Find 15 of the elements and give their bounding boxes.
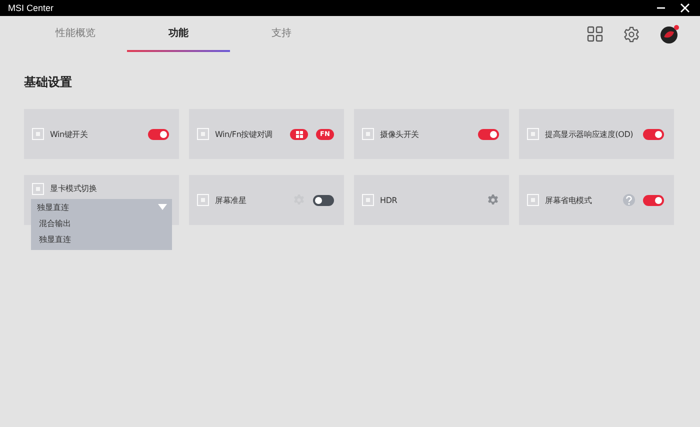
dropdown-option[interactable]: 独显直连: [31, 231, 172, 247]
setting-label: 摄像头开关: [380, 128, 420, 140]
dropdown-option[interactable]: 混合输出: [31, 215, 172, 231]
setting-label: 屏幕省电模式: [545, 194, 593, 206]
setting-label: 显卡模式切换: [50, 183, 98, 194]
section-title: 基础设置: [23, 74, 73, 90]
tab[interactable]: 功能: [127, 16, 230, 52]
setting-label: Win/Fn按键对调: [215, 128, 274, 140]
setting-label: Win键开关: [50, 128, 89, 140]
setting-label: 屏幕准星: [215, 194, 248, 206]
window-title: MSI Center: [8, 3, 54, 13]
tab[interactable]: 性能概览: [24, 16, 127, 52]
setting-label: 提高显示器响应速度(OD): [545, 128, 634, 140]
setting-label: HDR: [380, 196, 398, 204]
dropdown-field[interactable]: 独显直连: [31, 199, 172, 215]
